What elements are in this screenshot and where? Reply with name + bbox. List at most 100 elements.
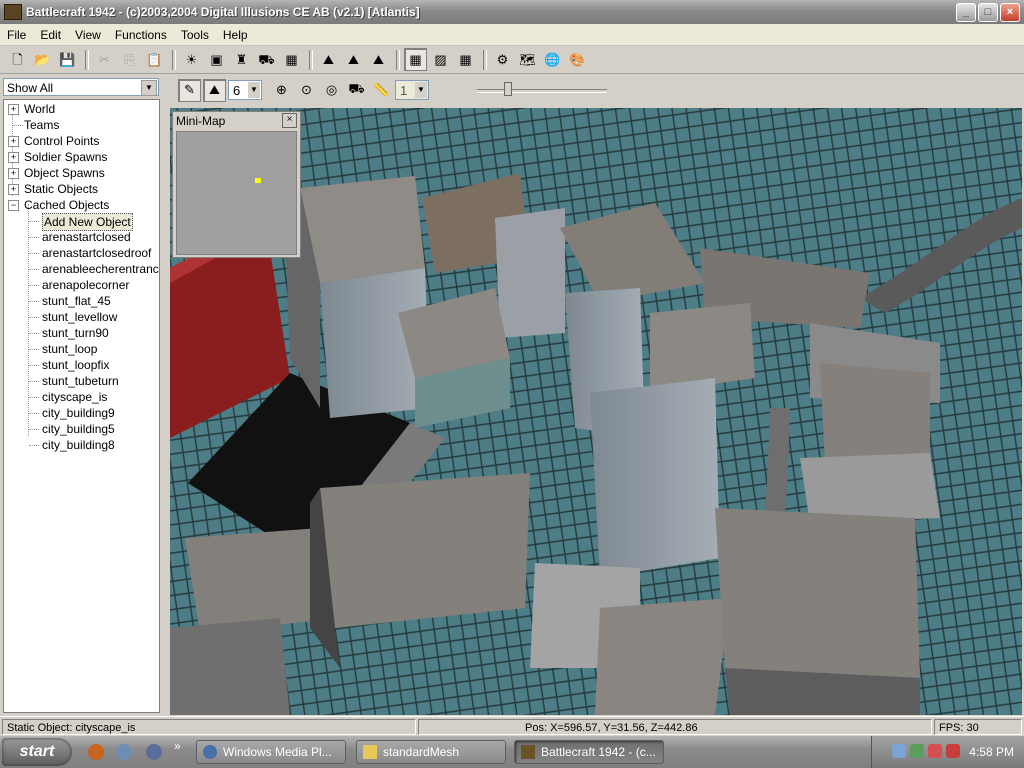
- brush-size-spinner[interactable]: 6 ▼: [228, 80, 262, 100]
- task-windows-media-player[interactable]: Windows Media Pl...: [196, 740, 346, 764]
- tree-line: [29, 445, 39, 446]
- object-icon[interactable]: ♜: [230, 48, 253, 71]
- network-icon[interactable]: [892, 744, 906, 758]
- clock: 4:58 PM: [969, 745, 1014, 759]
- tree-child-label: stunt_tubeturn: [42, 374, 119, 388]
- menu-edit[interactable]: Edit: [33, 28, 68, 42]
- terrain-down-icon[interactable]: ⛰: [367, 48, 390, 71]
- tree-line: [29, 221, 39, 222]
- task-battlecraft[interactable]: Battlecraft 1942 - (c...: [514, 740, 664, 764]
- slider-thumb[interactable]: [504, 82, 512, 96]
- ruler-icon[interactable]: 📏: [370, 79, 393, 102]
- app-icon: [521, 745, 535, 759]
- open-icon[interactable]: 📂: [31, 48, 54, 71]
- tree-node-label: Cached Objects: [24, 198, 110, 212]
- tree-line: [28, 204, 29, 436]
- volume-icon[interactable]: [910, 744, 924, 758]
- cut-icon[interactable]: ✂: [93, 48, 116, 71]
- mini-map-area[interactable]: [176, 131, 297, 255]
- chevron-down-icon[interactable]: ▼: [248, 82, 260, 98]
- rotate-object-icon[interactable]: ⊙: [295, 79, 318, 102]
- menu-bar: File Edit View Functions Tools Help: [0, 24, 1024, 46]
- chevron-down-icon[interactable]: ▼: [141, 80, 157, 96]
- grid-color-icon[interactable]: ▦: [280, 48, 303, 71]
- layer-value: 1: [400, 83, 408, 98]
- vehicle-icon[interactable]: ⛟: [255, 48, 278, 71]
- window-controls: _ □ ×: [956, 3, 1020, 22]
- menu-file[interactable]: File: [0, 28, 33, 42]
- mini-map-close-button[interactable]: ×: [282, 113, 297, 128]
- maximize-button[interactable]: □: [978, 3, 998, 22]
- new-icon[interactable]: 🗋: [6, 48, 29, 71]
- tree-expander-icon[interactable]: +: [8, 152, 19, 163]
- texture-icon[interactable]: ▨: [429, 48, 452, 71]
- tree-child-label: city_building9: [42, 406, 115, 420]
- tree-node-label: Object Spawns: [24, 166, 105, 180]
- task-label: standardMesh: [383, 745, 460, 759]
- tree-expander-icon[interactable]: +: [8, 168, 19, 179]
- brush-size-value: 6: [233, 83, 241, 98]
- layer-spinner[interactable]: 1 ▼: [395, 80, 429, 100]
- media-player-icon[interactable]: [146, 744, 162, 760]
- status-position: Pos: X=596.57, Y=31.56, Z=442.86: [418, 719, 932, 735]
- minimize-button[interactable]: _: [956, 3, 976, 22]
- toolbar-separator: [483, 49, 487, 70]
- folder-icon: [363, 745, 377, 759]
- globe-icon[interactable]: 🌐: [541, 48, 564, 71]
- frame-icon[interactable]: ▣: [205, 48, 228, 71]
- tank-icon[interactable]: ⛟: [345, 79, 368, 102]
- toolbar-separator: [309, 49, 313, 70]
- quick-launch-overflow[interactable]: »: [174, 739, 181, 753]
- menu-help[interactable]: Help: [216, 28, 255, 42]
- toolbar-separator: [172, 49, 176, 70]
- palette-icon[interactable]: 🎨: [566, 48, 589, 71]
- mini-map-panel: Mini-Map ×: [172, 111, 301, 258]
- terrain-mid-icon[interactable]: ⛰: [342, 48, 365, 71]
- close-button[interactable]: ×: [1000, 3, 1020, 22]
- status-object: Static Object: cityscape_is: [2, 719, 416, 735]
- taskbar: start » Windows Media Pl... standardMesh…: [0, 736, 1024, 768]
- object-browser-panel: Show All ▼ + World Teams + Control Points + So…: [0, 75, 166, 715]
- window-title: Battlecraft 1942 - (c)2003,2004 Digital …: [26, 5, 420, 19]
- grid-icon[interactable]: ▦: [404, 48, 427, 71]
- start-button[interactable]: start: [2, 738, 72, 766]
- menu-functions[interactable]: Functions: [108, 28, 174, 42]
- menu-view[interactable]: View: [68, 28, 108, 42]
- tree-expander-icon[interactable]: +: [8, 136, 19, 147]
- toolbar-separator: [396, 49, 400, 70]
- tree-child-label: city_building5: [42, 422, 115, 436]
- view-slider[interactable]: [477, 82, 607, 98]
- menu-tools[interactable]: Tools: [174, 28, 216, 42]
- task-label: Windows Media Pl...: [223, 745, 332, 759]
- grid-fine-icon[interactable]: ▦: [454, 48, 477, 71]
- firefox-icon[interactable]: [88, 744, 104, 760]
- chevron-down-icon[interactable]: ▼: [415, 82, 427, 98]
- tree-line: [29, 285, 39, 286]
- paste-icon[interactable]: 📋: [143, 48, 166, 71]
- terrain-up-icon[interactable]: ⛰: [317, 48, 340, 71]
- select-object-icon[interactable]: ◎: [320, 79, 343, 102]
- filter-dropdown[interactable]: Show All ▼: [3, 78, 159, 96]
- copy-icon[interactable]: ⎘: [118, 48, 141, 71]
- terrain-raise-icon[interactable]: ⛰: [203, 78, 226, 102]
- task-standardmesh[interactable]: standardMesh: [356, 740, 506, 764]
- app-tray-icon[interactable]: [946, 744, 960, 758]
- tree-line: [29, 237, 39, 238]
- tree-expander-icon[interactable]: +: [8, 104, 19, 115]
- security-icon[interactable]: [928, 744, 942, 758]
- email-icon[interactable]: [116, 744, 132, 760]
- paint-brush-icon[interactable]: ✎: [178, 78, 201, 102]
- toolbar-separator: [85, 49, 89, 70]
- sun-icon[interactable]: ☀: [180, 48, 203, 71]
- media-player-icon: [203, 745, 217, 759]
- object-tree: + World Teams + Control Points + Soldier Spawn…: [3, 99, 160, 713]
- move-object-icon[interactable]: ⊕: [270, 79, 293, 102]
- tree-expander-icon[interactable]: +: [8, 184, 19, 195]
- tree-line: [29, 301, 39, 302]
- objects-icon[interactable]: ⚙: [491, 48, 514, 71]
- map-icon[interactable]: 🗺: [516, 48, 539, 71]
- title-bar: Battlecraft 1942 - (c)2003,2004 Digital …: [0, 0, 1024, 24]
- tree-expander-icon[interactable]: −: [8, 200, 19, 211]
- tree-line: [29, 413, 39, 414]
- save-icon[interactable]: 💾: [56, 48, 79, 71]
